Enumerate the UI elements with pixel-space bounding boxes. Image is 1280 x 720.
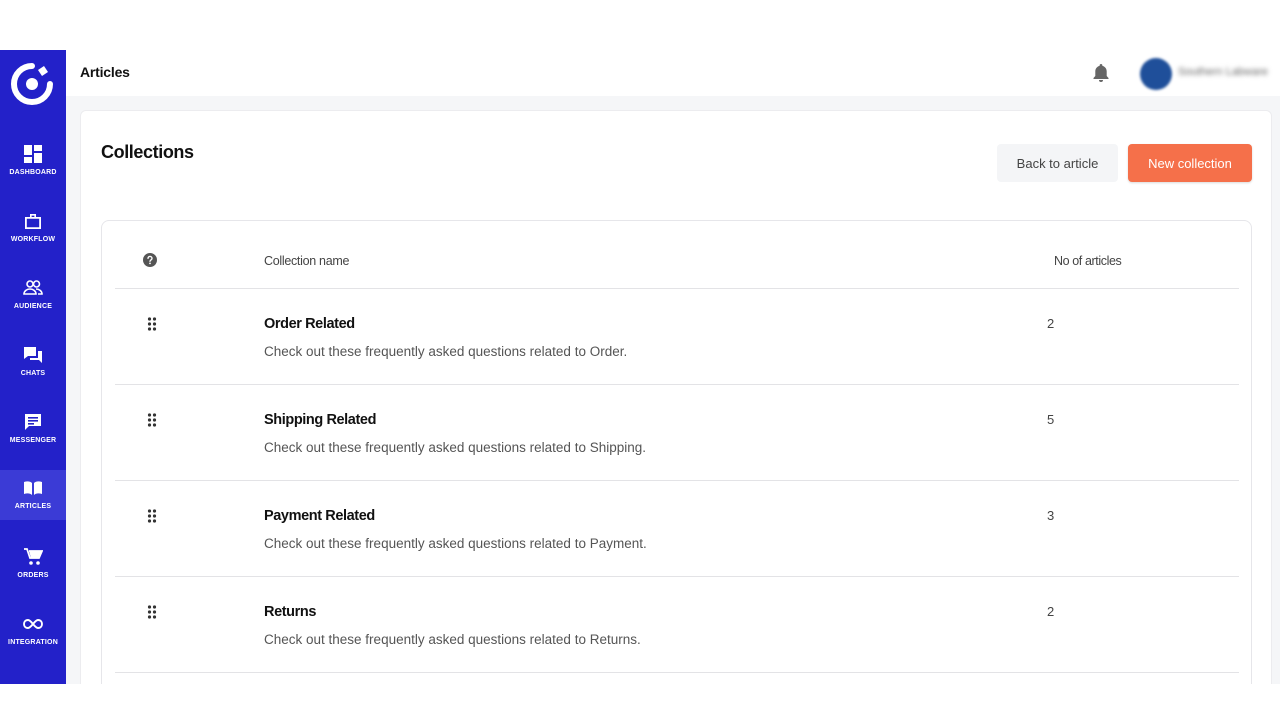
sidebar-item-messenger[interactable]: MESSENGER bbox=[0, 404, 66, 454]
sidebar: DASHBOARD WORKFLOW AUDIENCE CHATS MESSEN… bbox=[0, 50, 66, 684]
sidebar-item-label: CHATS bbox=[20, 370, 46, 377]
sidebar-item-label: WORKFLOW bbox=[10, 236, 56, 243]
table-row[interactable]: Order Related Check out these frequently… bbox=[102, 296, 1253, 392]
notification-bell-icon[interactable] bbox=[1092, 63, 1110, 83]
logo-icon[interactable] bbox=[10, 62, 54, 106]
row-divider bbox=[115, 384, 1239, 385]
drag-handle-icon[interactable] bbox=[147, 316, 157, 332]
top-bar: Articles Southern Labware bbox=[66, 50, 1280, 96]
row-divider bbox=[115, 576, 1239, 577]
sidebar-item-dashboard[interactable]: DASHBOARD bbox=[0, 136, 66, 186]
message-icon bbox=[25, 414, 41, 430]
user-name[interactable]: Southern Labware bbox=[1178, 66, 1268, 78]
infinity-icon bbox=[23, 619, 43, 629]
table-row[interactable]: Shipping Related Check out these frequen… bbox=[102, 392, 1253, 488]
book-icon bbox=[24, 481, 42, 495]
briefcase-icon bbox=[25, 214, 41, 229]
new-collection-button[interactable]: New collection bbox=[1128, 144, 1252, 182]
collections-title: Collections bbox=[101, 142, 194, 162]
collection-description: Check out these frequently asked questio… bbox=[264, 440, 646, 455]
collection-description: Check out these frequently asked questio… bbox=[264, 536, 647, 551]
sidebar-item-label: MESSENGER bbox=[9, 437, 57, 444]
collection-title[interactable]: Order Related bbox=[264, 316, 355, 332]
chat-bubbles-icon bbox=[24, 347, 42, 363]
collection-description: Check out these frequently asked questio… bbox=[264, 632, 641, 647]
column-header-collection-name: Collection name bbox=[264, 254, 350, 268]
sidebar-item-audience[interactable]: AUDIENCE bbox=[0, 270, 66, 320]
sidebar-item-orders[interactable]: ORDERS bbox=[0, 539, 66, 589]
table-row[interactable]: Payment Related Check out these frequent… bbox=[102, 488, 1253, 584]
dashboard-icon bbox=[24, 145, 42, 163]
drag-handle-icon[interactable] bbox=[147, 508, 157, 524]
sidebar-item-chats[interactable]: CHATS bbox=[0, 337, 66, 387]
drag-handle-icon[interactable] bbox=[147, 412, 157, 428]
sidebar-item-label: INTEGRATION bbox=[8, 639, 58, 646]
sidebar-item-integration[interactable]: INTEGRATION bbox=[0, 606, 66, 656]
article-count: 2 bbox=[1047, 316, 1055, 331]
app-frame: DASHBOARD WORKFLOW AUDIENCE CHATS MESSEN… bbox=[0, 50, 1280, 684]
people-icon bbox=[23, 280, 43, 295]
collections-table: Collection name No of articles Order Rel… bbox=[101, 220, 1252, 684]
collection-description: Check out these frequently asked questio… bbox=[264, 344, 628, 359]
row-divider bbox=[115, 480, 1239, 481]
sidebar-item-workflow[interactable]: WORKFLOW bbox=[0, 203, 66, 253]
collection-title[interactable]: Returns bbox=[264, 604, 316, 620]
avatar[interactable] bbox=[1140, 58, 1172, 90]
article-count: 3 bbox=[1047, 508, 1055, 523]
article-count: 2 bbox=[1047, 604, 1055, 619]
sidebar-item-label: AUDIENCE bbox=[13, 303, 53, 310]
back-to-article-button[interactable]: Back to article bbox=[997, 144, 1118, 182]
page-title: Articles bbox=[80, 64, 130, 80]
sidebar-item-label: ARTICLES bbox=[14, 503, 52, 510]
collection-title[interactable]: Shipping Related bbox=[264, 412, 376, 428]
sidebar-item-label: DASHBOARD bbox=[9, 169, 57, 176]
help-icon[interactable] bbox=[143, 253, 157, 267]
drag-handle-icon[interactable] bbox=[147, 604, 157, 620]
cart-icon bbox=[24, 548, 43, 565]
article-count: 5 bbox=[1047, 412, 1055, 427]
collections-card: Collections Back to article New collecti… bbox=[80, 110, 1272, 684]
row-divider bbox=[115, 672, 1239, 673]
row-divider bbox=[115, 288, 1239, 289]
table-row[interactable]: Returns Check out these frequently asked… bbox=[102, 584, 1253, 680]
collection-title[interactable]: Payment Related bbox=[264, 508, 375, 524]
column-header-no-of-articles: No of articles bbox=[1054, 254, 1122, 268]
sidebar-item-articles[interactable]: ARTICLES bbox=[0, 470, 66, 520]
sidebar-item-label: ORDERS bbox=[17, 572, 49, 579]
